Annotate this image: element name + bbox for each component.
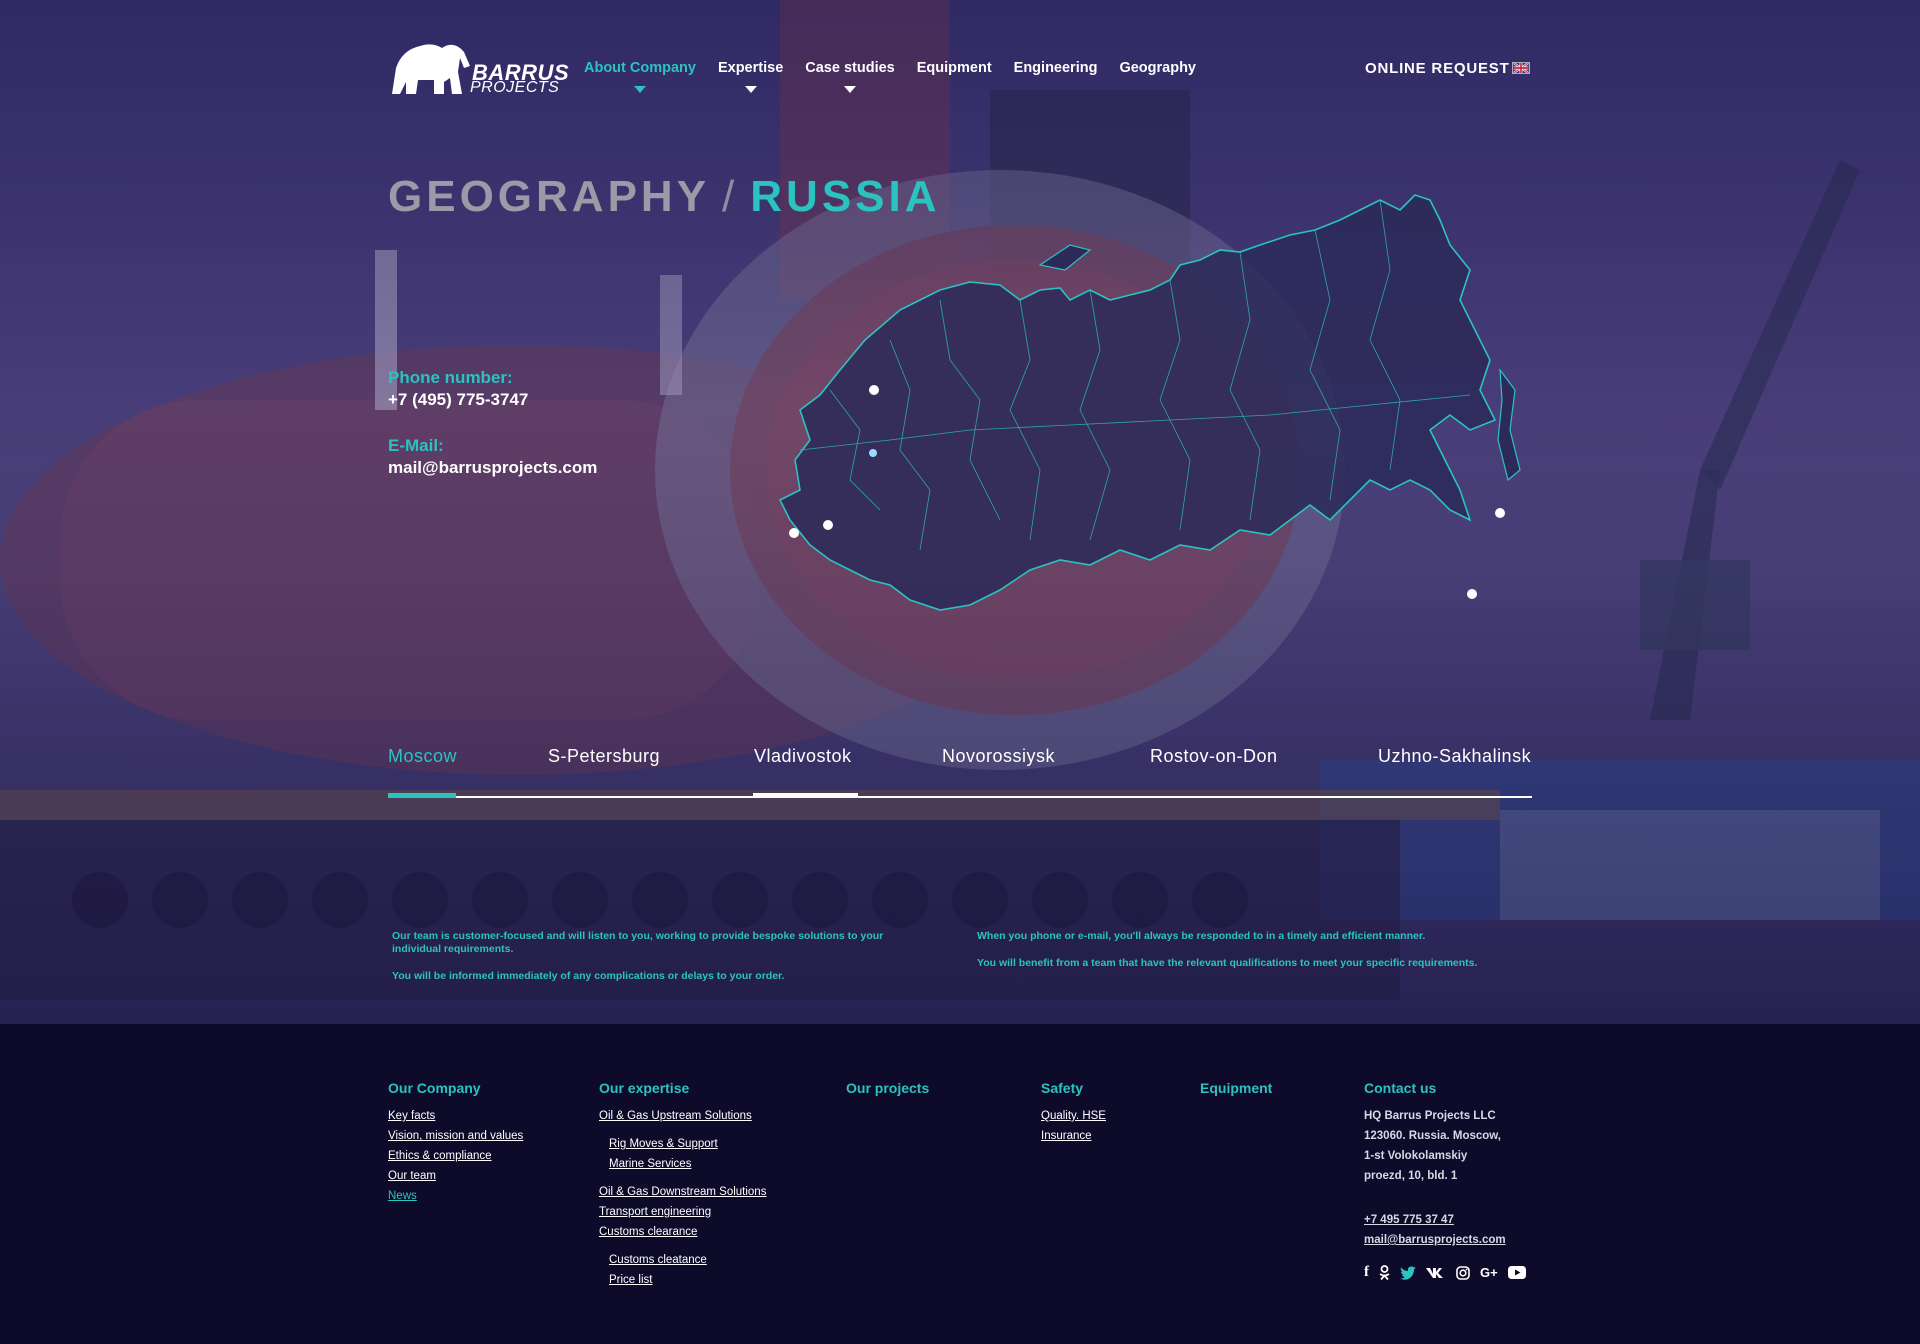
main-menu: About Company Expertise Case studies Equ…	[584, 60, 1218, 93]
tabs-track	[388, 796, 1532, 798]
novaya-zemlya	[1038, 244, 1092, 271]
footer-link-customs-cleatance[interactable]: Customs cleatance	[599, 1250, 766, 1270]
tab-moscow[interactable]: Moscow	[388, 746, 457, 767]
chevron-down-icon	[633, 86, 646, 93]
map-marker-novorossiysk[interactable]	[789, 528, 799, 538]
mammoth-logo-icon	[392, 44, 470, 94]
russia-map	[778, 194, 1521, 611]
page-title-separator: /	[722, 172, 739, 221]
map-marker-vladivostok[interactable]	[1467, 589, 1477, 599]
odnoklassniki-icon[interactable]	[1379, 1265, 1390, 1280]
footer-col-equipment: Equipment	[1200, 1080, 1272, 1106]
menu-item-label: Case studies	[805, 60, 895, 76]
footer-address-line: proezd, 10, bld. 1	[1364, 1170, 1458, 1182]
footer-col-expertise: Our expertise Oil & Gas Upstream Solutio…	[599, 1080, 766, 1290]
twitter-icon[interactable]	[1400, 1265, 1416, 1280]
youtube-icon[interactable]	[1507, 1266, 1526, 1279]
footer-heading-expertise[interactable]: Our expertise	[599, 1080, 766, 1096]
chevron-down-icon	[844, 86, 856, 93]
footer-phone-link[interactable]: +7 495 775 37 47	[1364, 1210, 1526, 1230]
sakhalin-island	[1497, 368, 1521, 482]
footer-link-ethics[interactable]: Ethics & compliance	[388, 1146, 523, 1166]
menu-item-label: Geography	[1119, 60, 1196, 76]
map-marker-spb[interactable]	[869, 385, 879, 395]
footer-link-quality-hse[interactable]: Quality. HSE	[1041, 1106, 1106, 1126]
top-navigation: BARRUS PROJECTS About Company Expertise …	[388, 38, 1532, 108]
uk-flag-icon[interactable]	[1512, 62, 1530, 74]
footer-heading-equipment[interactable]: Equipment	[1200, 1080, 1272, 1096]
menu-item-equipment[interactable]: Equipment	[917, 60, 992, 76]
footer-email-link[interactable]: mail@barrusprojects.com	[1364, 1230, 1526, 1250]
footer-col-company: Our Company Key facts Vision, mission an…	[388, 1080, 523, 1206]
info-text-left-1: Our team is customer-focused and will li…	[392, 930, 884, 955]
footer-address-line: HQ Barrus Projects LLC	[1364, 1110, 1496, 1122]
tab-uzhno-sakhalinsk[interactable]: Uzhno-Sakhalinsk	[1378, 746, 1531, 767]
menu-item-expertise[interactable]: Expertise	[717, 60, 784, 93]
footer-link-customs[interactable]: Customs clearance	[599, 1222, 766, 1242]
footer-link-downstream[interactable]: Oil & Gas Downstream Solutions	[599, 1182, 766, 1202]
footer-link-upstream[interactable]: Oil & Gas Upstream Solutions	[599, 1106, 766, 1126]
footer-link-news[interactable]: News	[388, 1186, 523, 1206]
footer-link-rig-moves[interactable]: Rig Moves & Support	[599, 1134, 766, 1154]
footer-link-insurance[interactable]: Insurance	[1041, 1126, 1106, 1146]
russia-map-shape	[778, 194, 1497, 611]
footer-link-price-list[interactable]: Price list	[599, 1270, 766, 1290]
menu-item-about-company[interactable]: About Company	[584, 60, 696, 93]
google-plus-icon[interactable]: G+	[1480, 1265, 1498, 1280]
footer-link-vision[interactable]: Vision, mission and values	[388, 1126, 523, 1146]
phone-value[interactable]: +7 (495) 775-3747	[388, 390, 528, 410]
instagram-icon[interactable]	[1456, 1265, 1470, 1280]
menu-item-label: Expertise	[717, 60, 784, 76]
menu-item-label: Equipment	[916, 60, 992, 76]
tab-s-petersburg[interactable]: S-Petersburg	[548, 746, 660, 767]
footer-col-contact: Contact us HQ Barrus Projects LLC 123060…	[1364, 1080, 1526, 1281]
info-text-left-2: You will be informed immediately of any …	[392, 970, 785, 982]
tab-vladivostok[interactable]: Vladivostok	[754, 746, 852, 767]
active-tab-indicator	[388, 793, 456, 798]
footer-link-our-team[interactable]: Our team	[388, 1166, 523, 1186]
footer-col-projects: Our projects	[846, 1080, 929, 1106]
menu-item-engineering[interactable]: Engineering	[1014, 60, 1098, 76]
menu-item-label: About Company	[584, 60, 696, 76]
menu-item-case-studies[interactable]: Case studies	[805, 60, 895, 93]
menu-item-geography[interactable]: Geography	[1119, 60, 1196, 76]
footer-link-transport-eng[interactable]: Transport engineering	[599, 1202, 766, 1222]
logo[interactable]: BARRUS PROJECTS	[388, 38, 569, 98]
social-links: f G+	[1364, 1264, 1526, 1281]
footer-heading-projects[interactable]: Our projects	[846, 1080, 929, 1096]
email-value[interactable]: mail@barrusprojects.com	[388, 458, 597, 478]
footer-heading-safety[interactable]: Safety	[1041, 1080, 1106, 1096]
vk-icon[interactable]	[1426, 1267, 1446, 1279]
info-text-right-2: You will benefit from a team that have t…	[977, 957, 1478, 969]
footer-col-safety: Safety Quality. HSE Insurance	[1041, 1080, 1106, 1146]
footer-address-line: 1-st Volokolamskiy	[1364, 1150, 1468, 1162]
footer-link-key-facts[interactable]: Key facts	[388, 1106, 523, 1126]
page-title-main: GEOGRAPHY	[388, 172, 711, 221]
map-marker-rostov[interactable]	[823, 520, 833, 530]
facebook-icon[interactable]: f	[1364, 1264, 1369, 1281]
chevron-down-icon	[744, 86, 757, 93]
footer-address-line: 123060. Russia. Moscow,	[1364, 1130, 1502, 1142]
hover-tab-indicator	[753, 793, 858, 798]
email-label: E-Mail:	[388, 436, 444, 455]
online-request-button[interactable]: ONLINE REQUEST	[1365, 60, 1510, 77]
phone-label: Phone number:	[388, 368, 513, 387]
city-tabs: Moscow S-Petersburg Vladivostok Novoross…	[388, 746, 1532, 802]
tab-rostov-on-don[interactable]: Rostov-on-Don	[1150, 746, 1278, 767]
footer-heading-contact[interactable]: Contact us	[1364, 1080, 1526, 1096]
logo-text-projects: PROJECTS	[470, 79, 560, 96]
footer-link-marine[interactable]: Marine Services	[599, 1154, 766, 1174]
footer: Our Company Key facts Vision, mission an…	[0, 1024, 1920, 1344]
tab-novorossiysk[interactable]: Novorossiysk	[942, 746, 1055, 767]
map-marker-moscow[interactable]	[869, 449, 877, 457]
map-marker-sakhalinsk[interactable]	[1495, 508, 1505, 518]
menu-item-label: Engineering	[1013, 60, 1098, 76]
footer-heading-company[interactable]: Our Company	[388, 1080, 523, 1096]
info-text-right-1: When you phone or e-mail, you'll always …	[977, 930, 1426, 942]
